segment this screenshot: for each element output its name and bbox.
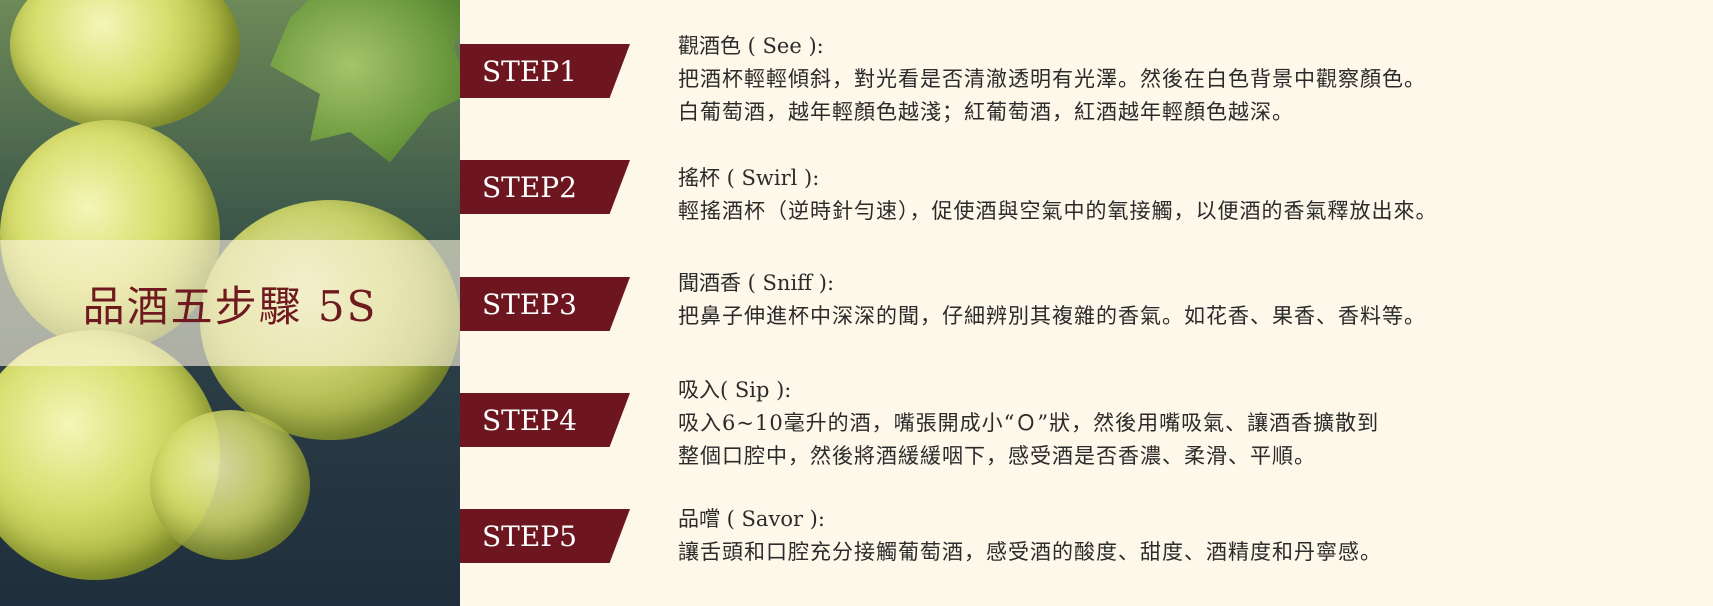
- page-title: 品酒五步驟 5S: [82, 281, 378, 331]
- step-3-heading: 聞酒香 ( Sniff ):: [678, 271, 835, 295]
- step-1-line-2: 白葡萄酒，越年輕顏色越淺；紅葡萄酒，紅酒越年輕顏色越深。: [678, 100, 1294, 124]
- step-4-heading: 吸入( Sip ):: [678, 378, 792, 402]
- step-5-heading: 品嚐 ( Savor ):: [678, 507, 825, 531]
- step-4-tag: STEP4: [460, 393, 630, 447]
- step-5-tag: STEP5: [460, 509, 630, 563]
- step-2-tag: STEP2: [460, 160, 630, 214]
- step-3-tag: STEP3: [460, 277, 630, 331]
- grape-photo: 品酒五步驟 5S: [0, 0, 460, 606]
- step-2-heading: 搖杯 ( Swirl ):: [678, 166, 820, 190]
- step-4-text: 吸入( Sip ): 吸入6~10毫升的酒，嘴張開成小“Ｏ”狀，然後用嘴吸氣、讓…: [678, 374, 1688, 473]
- step-1-text: 觀酒色 ( See ): 把酒杯輕輕傾斜，對光看是否清澈透明有光澤。然後在白色背…: [678, 30, 1688, 129]
- vine-leaf: [270, 0, 460, 163]
- step-4-line-2: 整個口腔中，然後將酒緩緩咽下，感受酒是否香濃、柔滑、平順。: [678, 444, 1316, 468]
- step-3-text: 聞酒香 ( Sniff ): 把鼻子伸進杯中深深的聞，仔細辨別其複雜的香氣。如花…: [678, 267, 1688, 333]
- grape: [10, 0, 240, 130]
- step-5-line-1: 讓舌頭和口腔充分接觸葡萄酒，感受酒的酸度、甜度、酒精度和丹寧感。: [678, 540, 1382, 564]
- step-3-line-1: 把鼻子伸進杯中深深的聞，仔細辨別其複雜的香氣。如花香、果香、香料等。: [678, 304, 1426, 328]
- step-1-heading: 觀酒色 ( See ):: [678, 34, 824, 58]
- step-2-text: 搖杯 ( Swirl ): 輕搖酒杯（逆時針勻速），促使酒與空氣中的氧接觸，以便…: [678, 162, 1688, 228]
- step-2-line-1: 輕搖酒杯（逆時針勻速），促使酒與空氣中的氧接觸，以便酒的香氣釋放出來。: [678, 199, 1438, 223]
- step-1-line-1: 把酒杯輕輕傾斜，對光看是否清澈透明有光澤。然後在白色背景中觀察顏色。: [678, 67, 1426, 91]
- step-4-line-1: 吸入6~10毫升的酒，嘴張開成小“Ｏ”狀，然後用嘴吸氣、讓酒香擴散到: [678, 411, 1380, 435]
- step-5-text: 品嚐 ( Savor ): 讓舌頭和口腔充分接觸葡萄酒，感受酒的酸度、甜度、酒精…: [678, 503, 1688, 569]
- grape: [150, 410, 310, 560]
- step-1-tag: STEP1: [460, 44, 630, 98]
